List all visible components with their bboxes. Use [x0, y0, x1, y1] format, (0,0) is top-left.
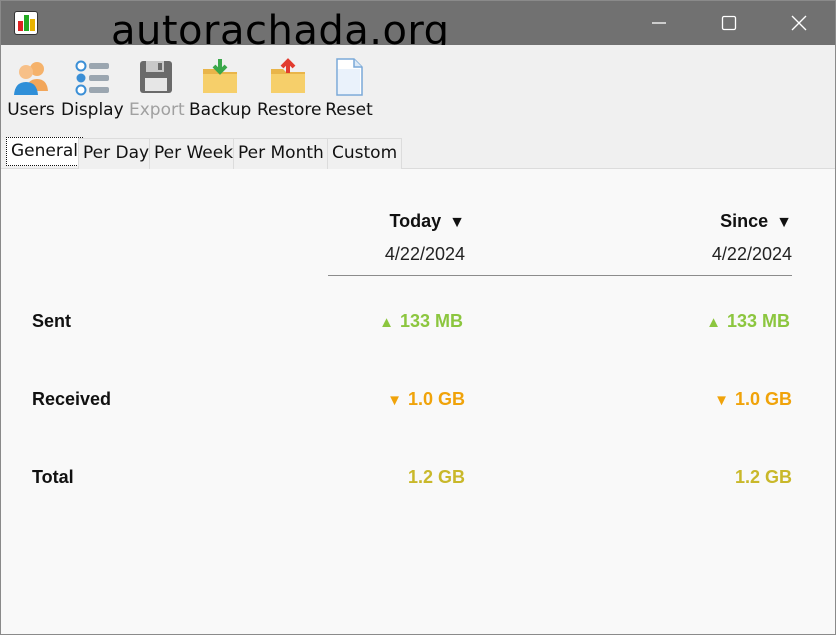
- display-button[interactable]: Display: [61, 57, 124, 127]
- total-since-value: 1.2 GB: [734, 467, 792, 487]
- users-label: Users: [7, 100, 55, 120]
- toolbar: Users Display Export Backup Restore Rese…: [1, 45, 835, 133]
- header-divider: [328, 275, 792, 276]
- reset-label: Reset: [325, 100, 373, 120]
- total-label: Total: [32, 467, 74, 487]
- general-panel: Today ▼ 4/22/2024 Since ▼ 4/22/2024 Sent…: [1, 169, 835, 634]
- tab-per-month[interactable]: Per Month: [233, 138, 329, 169]
- received-since-value: ▼ 1.0 GB: [714, 389, 792, 409]
- maximize-icon: [721, 15, 737, 31]
- today-date: 4/22/2024: [384, 244, 465, 264]
- restore-label: Restore: [257, 100, 322, 120]
- export-button[interactable]: Export: [129, 57, 185, 127]
- backup-label: Backup: [189, 100, 252, 120]
- dropdown-triangle-icon: ▼: [776, 214, 792, 231]
- dropdown-triangle-icon: ▼: [449, 214, 465, 231]
- received-label: Received: [32, 389, 112, 409]
- since-column-header[interactable]: Since ▼: [720, 211, 792, 232]
- users-icon: [14, 62, 48, 95]
- minimize-button[interactable]: [624, 1, 694, 45]
- tab-general[interactable]: General: [6, 137, 83, 166]
- blank-document-icon: [336, 58, 363, 96]
- export-label: Export: [129, 100, 185, 120]
- tab-per-day[interactable]: Per Day: [78, 138, 155, 169]
- users-button[interactable]: Users: [7, 57, 55, 127]
- maximize-button[interactable]: [694, 1, 764, 45]
- tab-strip: General Per Day Per Week Per Month Custo…: [1, 133, 835, 169]
- floppy-disk-icon: [140, 61, 172, 93]
- sent-label: Sent: [32, 311, 72, 331]
- bar-chart-app-icon[interactable]: [14, 11, 38, 35]
- up-arrow-icon: ▲: [706, 314, 721, 331]
- sent-today-value: ▲ 133 MB: [379, 311, 463, 331]
- received-today-value: ▼ 1.0 GB: [387, 389, 465, 409]
- since-header-label: Since: [720, 211, 769, 231]
- sent-since-value: ▲ 133 MB: [706, 311, 790, 331]
- minimize-icon: [652, 22, 666, 24]
- today-header-label: Today: [389, 211, 442, 231]
- display-list-icon: [75, 60, 109, 96]
- total-today-value: 1.2 GB: [407, 467, 465, 487]
- app-window: autorachada.org Users Display Export Bac…: [0, 0, 836, 635]
- close-button[interactable]: [764, 1, 834, 45]
- since-date: 4/22/2024: [711, 244, 792, 264]
- close-icon: [791, 15, 807, 31]
- folder-upload-icon: [271, 58, 305, 93]
- tab-custom[interactable]: Custom: [327, 138, 403, 169]
- display-label: Display: [61, 100, 124, 120]
- reset-button[interactable]: Reset: [325, 57, 373, 127]
- folder-download-icon: [203, 59, 237, 93]
- up-arrow-icon: ▲: [379, 314, 394, 331]
- restore-button[interactable]: Restore: [257, 57, 322, 127]
- down-arrow-icon: ▼: [387, 392, 402, 409]
- tab-per-week[interactable]: Per Week: [149, 138, 239, 169]
- backup-button[interactable]: Backup: [189, 57, 251, 127]
- down-arrow-icon: ▼: [714, 392, 729, 409]
- title-bar[interactable]: autorachada.org: [1, 1, 835, 54]
- today-column-header[interactable]: Today ▼: [389, 211, 465, 232]
